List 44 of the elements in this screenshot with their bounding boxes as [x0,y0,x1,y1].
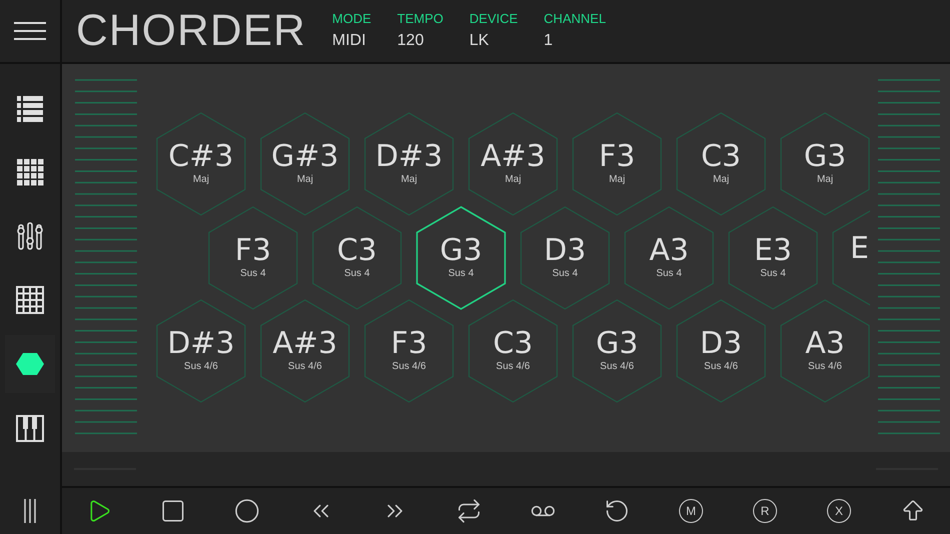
chord-pad[interactable]: A#3 Maj [468,112,558,216]
status-label: DEVICE [469,10,518,28]
status-value: 120 [397,30,425,51]
chord-pad[interactable]: A#3 Sus 4/6 [260,299,350,403]
chord-pad[interactable]: A3 Sus 4/6 [780,299,870,403]
chord-pad[interactable]: D3 Sus 4 [520,206,610,310]
stop-icon [160,498,186,524]
chord-pad[interactable]: C#3 Maj [156,112,246,216]
chord-pad[interactable]: C3 Sus 4 [312,206,402,310]
menu-icon [14,21,46,41]
chord-pad[interactable]: D#3 Sus 4/6 [156,299,246,403]
chord-pad[interactable]: F3 Sus 4/6 [364,299,454,403]
grid-table-icon [15,285,45,315]
chord-pad[interactable]: G3 Sus 4 [416,206,506,310]
chord-pad[interactable]: F3 Maj [572,112,662,216]
status-value: LK [469,30,490,51]
grid-icon [15,157,45,187]
sidebar-item[interactable] [5,335,55,393]
chord-pad[interactable]: D3 Sus 4/6 [676,299,766,403]
grip-icon [23,499,37,523]
chord-pad[interactable]: G3 Sus 4/6 [572,299,662,403]
chord-pad[interactable]: E3 Sus 4 [728,206,818,310]
status-value: MIDI [332,30,367,51]
piano-icon [15,413,45,443]
chord-pad[interactable]: G3 Maj [780,112,870,216]
status-label: TEMPO [397,10,444,28]
record-icon [234,498,260,524]
status-label: MODE [332,10,372,28]
toggle-button[interactable]: M [654,488,728,534]
app-title: CHORDER [76,9,306,53]
chord-pad[interactable]: F3 Sus 4 [208,206,298,310]
sliders-icon [15,221,45,251]
undo-icon [604,498,630,524]
chord-pad[interactable]: C3 Maj [676,112,766,216]
toggle-button[interactable]: R [728,488,802,534]
toggle-button[interactable]: X [802,488,876,534]
chord-pad[interactable]: A3 Sus 4 [624,206,714,310]
status-label: CHANNEL [544,10,606,28]
status-value: 1 [544,30,554,51]
loop-icon [456,498,482,524]
chord-pad[interactable]: C3 Sus 4/6 [468,299,558,403]
chord-pad[interactable]: D#3 Maj [364,112,454,216]
chord-pad[interactable]: G#3 Maj [260,112,350,216]
list-icon [15,93,45,123]
